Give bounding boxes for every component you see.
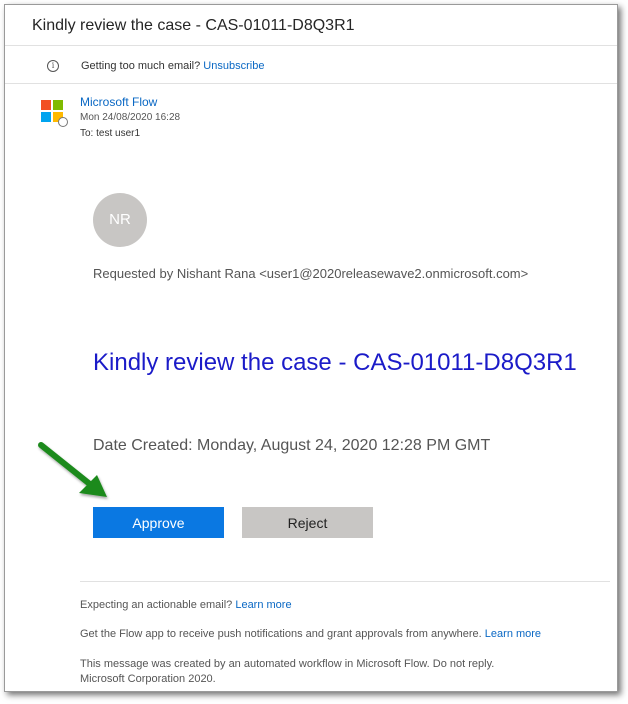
actionable-text: Expecting an actionable email? (80, 599, 233, 611)
to-line: To: test user1 (80, 128, 140, 139)
footer-divider (80, 581, 610, 582)
learn-more-link-1[interactable]: Learn more (235, 599, 291, 611)
requested-by-text: Requested by Nishant Rana <user1@2020rel… (93, 266, 529, 281)
actionable-email-line: Expecting an actionable email? Learn mor… (80, 599, 292, 611)
green-arrow-icon (38, 442, 107, 497)
unsubscribe-link[interactable]: Unsubscribe (203, 60, 264, 72)
sent-date: Mon 24/08/2020 16:28 (80, 112, 181, 123)
sender-name[interactable]: Microsoft Flow (80, 95, 157, 109)
reject-button[interactable]: Reject (242, 507, 373, 538)
approval-title: Kindly review the case - CAS-01011-D8Q3R… (93, 349, 577, 376)
logo-red-square (41, 100, 51, 110)
automated-message-line-1: This message was created by an automated… (80, 658, 495, 670)
to-label: To: (80, 128, 94, 139)
automated-message-line-2: Microsoft Corporation 2020. (80, 673, 216, 685)
approve-button[interactable]: Approve (93, 507, 224, 538)
email-subject: Kindly review the case - CAS-01011-D8Q3R… (32, 17, 355, 34)
date-created-text: Date Created: Monday, August 24, 2020 12… (93, 437, 491, 454)
requester-avatar: NR (93, 193, 147, 247)
learn-more-link-2[interactable]: Learn more (485, 628, 541, 640)
notice-label: Getting too much email? (81, 60, 201, 72)
info-icon: i (47, 60, 59, 72)
presence-status-icon (58, 117, 68, 127)
recipient-name[interactable]: test user1 (96, 128, 140, 139)
subject-bar: Kindly review the case - CAS-01011-D8Q3R… (5, 5, 617, 46)
logo-green-square (53, 100, 63, 110)
flow-app-line: Get the Flow app to receive push notific… (80, 628, 541, 640)
notice-text: Getting too much email? Unsubscribe (81, 60, 264, 72)
logo-blue-square (41, 112, 51, 122)
email-reading-pane: Kindly review the case - CAS-01011-D8Q3R… (4, 4, 618, 692)
flow-app-text: Get the Flow app to receive push notific… (80, 628, 482, 640)
